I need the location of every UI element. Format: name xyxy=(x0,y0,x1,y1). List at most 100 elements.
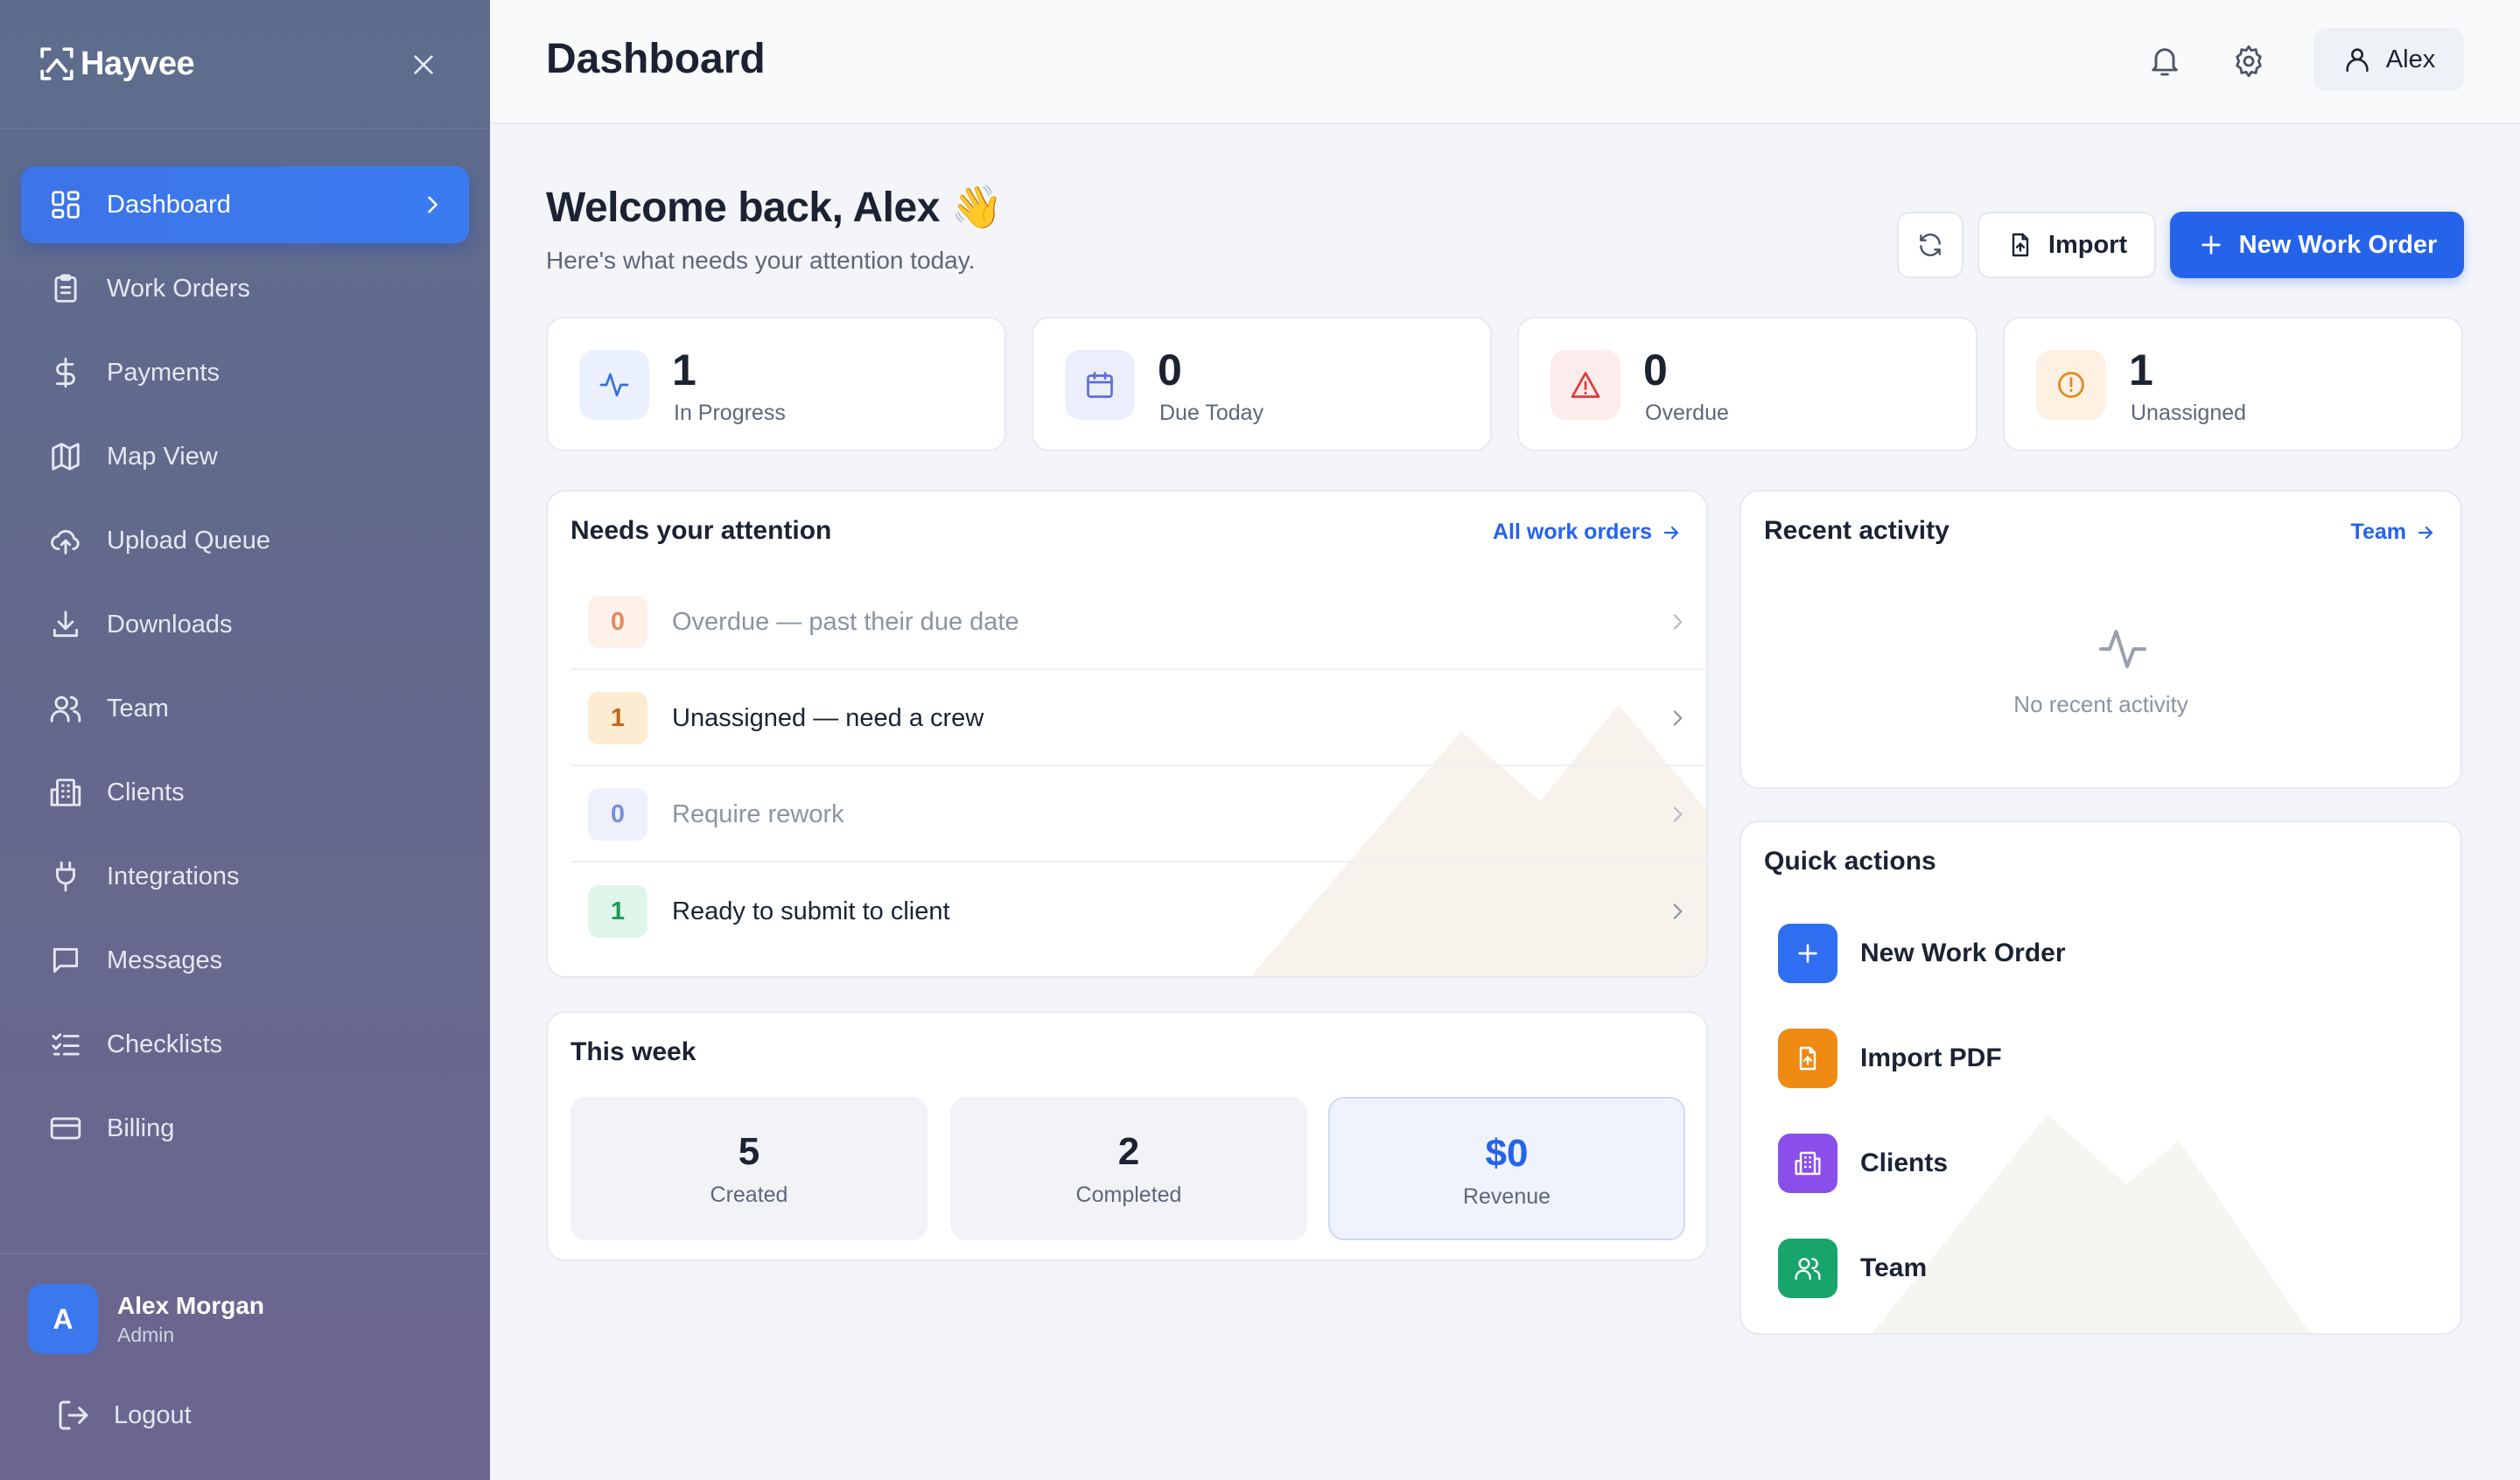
credit-card-icon xyxy=(50,1117,81,1140)
qa-icon-wrap xyxy=(1778,924,1838,983)
quick-action-import-pdf[interactable]: Import PDF xyxy=(1778,1027,2002,1090)
top-bar: Dashboard Alex xyxy=(490,0,2520,124)
sidebar-item-upload-queue[interactable]: Upload Queue xyxy=(21,502,469,579)
recent-activity-title: Recent activity xyxy=(1764,516,1950,545)
this-week-card: This week 5 Created 2 Completed $0 Reven… xyxy=(546,1011,1708,1261)
empty-activity-text: No recent activity xyxy=(2013,691,2188,717)
building-icon xyxy=(1795,1151,1821,1176)
attention-row-rework[interactable]: 0 Require rework xyxy=(570,768,1706,862)
this-week-title: This week xyxy=(570,1037,696,1066)
quick-action-new-work-order[interactable]: New Work Order xyxy=(1778,922,2066,985)
week-stat-label: Revenue xyxy=(1462,1184,1551,1209)
week-stat-label: Completed xyxy=(1075,1183,1182,1207)
count-badge: 1 xyxy=(588,692,648,744)
stat-icon-wrap xyxy=(1065,350,1135,420)
attention-row-overdue[interactable]: 0 Overdue — past their due date xyxy=(570,576,1706,670)
import-button[interactable]: Import xyxy=(1978,212,2156,278)
qa-icon-wrap xyxy=(1778,1134,1838,1193)
sidebar-item-payments[interactable]: Payments xyxy=(21,334,469,411)
clipboard-icon xyxy=(54,274,77,303)
stat-card-in-progress[interactable]: 1 In Progress xyxy=(546,317,1006,451)
gear-icon xyxy=(2236,45,2262,78)
avatar: A xyxy=(28,1284,98,1354)
chevron-right-icon xyxy=(1673,806,1683,822)
dollar-icon xyxy=(56,357,75,388)
sidebar-item-work-orders[interactable]: Work Orders xyxy=(21,250,469,327)
warning-icon xyxy=(1571,372,1600,398)
settings-button[interactable] xyxy=(2226,38,2272,84)
sidebar-item-label: Upload Queue xyxy=(107,526,271,555)
chevron-right-icon xyxy=(1673,710,1683,726)
map-icon xyxy=(52,443,80,471)
sidebar-header: Hayvee xyxy=(0,0,490,129)
sidebar-item-label: Downloads xyxy=(107,610,233,639)
team-link[interactable]: Team xyxy=(2351,520,2436,545)
sidebar-footer: A Alex Morgan Admin Logout xyxy=(0,1253,490,1480)
quick-action-label: Team xyxy=(1860,1253,1928,1282)
sidebar-item-label: Dashboard xyxy=(107,190,231,219)
attention-row-ready[interactable]: 1 Ready to submit to client xyxy=(570,864,1706,959)
refresh-button[interactable] xyxy=(1897,212,1964,278)
sidebar-item-checklists[interactable]: Checklists xyxy=(21,1006,469,1083)
sidebar-item-label: Payments xyxy=(107,358,220,387)
calendar-icon xyxy=(1087,372,1113,398)
sidebar-item-clients[interactable]: Clients xyxy=(21,754,469,831)
close-sidebar-button[interactable] xyxy=(406,47,441,82)
quick-actions-card: Quick actions New Work Order Import PDF … xyxy=(1740,820,2462,1335)
sidebar-item-label: Checklists xyxy=(107,1030,223,1058)
quick-action-clients[interactable]: Clients xyxy=(1778,1132,1948,1195)
welcome-text: Welcome back, Alex xyxy=(546,185,940,231)
sidebar-item-label: Integrations xyxy=(107,862,240,890)
user-menu-button[interactable]: Alex xyxy=(2314,28,2464,91)
all-work-orders-link[interactable]: All work orders xyxy=(1493,520,1682,545)
welcome-heading: Welcome back, Alex 👋 xyxy=(546,182,1004,232)
sidebar-nav: Dashboard Work Orders Payments Map View … xyxy=(0,129,490,1167)
new-work-order-button[interactable]: New Work Order xyxy=(2170,212,2464,278)
stat-card-due-today[interactable]: 0 Due Today xyxy=(1032,317,1492,451)
bell-icon xyxy=(2152,48,2178,76)
user-menu-label: Alex xyxy=(2385,45,2436,73)
count-badge: 0 xyxy=(588,596,648,648)
stat-label: Overdue xyxy=(1645,401,1729,425)
qa-icon-wrap xyxy=(1778,1029,1838,1088)
sidebar-item-downloads[interactable]: Downloads xyxy=(21,586,469,663)
chevron-right-icon xyxy=(1673,904,1683,919)
users-icon xyxy=(1795,1258,1821,1281)
stat-label: In Progress xyxy=(674,401,786,425)
activity-icon xyxy=(2099,630,2146,668)
logout-label: Logout xyxy=(114,1400,192,1429)
stat-card-unassigned[interactable]: 1 Unassigned xyxy=(2003,317,2463,451)
count-badge: 0 xyxy=(588,788,648,841)
sidebar-item-label: Clients xyxy=(107,778,185,806)
sidebar-item-label: Map View xyxy=(107,442,218,471)
quick-action-label: Import PDF xyxy=(1860,1044,2002,1072)
logout-button[interactable]: Logout xyxy=(0,1354,490,1433)
activity-icon xyxy=(599,373,629,397)
user-icon xyxy=(2346,48,2369,73)
wave-emoji: 👋 xyxy=(950,185,1004,231)
file-upload-icon xyxy=(1799,1046,1816,1071)
sidebar-item-messages[interactable]: Messages xyxy=(21,922,469,999)
stat-card-overdue[interactable]: 0 Overdue xyxy=(1517,317,1978,451)
chevron-right-icon xyxy=(428,196,438,213)
arrow-right-icon xyxy=(1663,526,1679,539)
team-link-label: Team xyxy=(2350,520,2406,544)
users-icon xyxy=(50,695,81,723)
brand-logo[interactable]: Hayvee xyxy=(38,45,195,83)
stat-value: 1 xyxy=(2129,346,2153,394)
sidebar-item-map-view[interactable]: Map View xyxy=(21,418,469,495)
close-icon xyxy=(414,55,433,74)
sidebar-item-label: Work Orders xyxy=(107,274,250,303)
plus-icon xyxy=(2201,235,2221,255)
checklist-icon xyxy=(52,1033,80,1056)
page-title: Dashboard xyxy=(546,36,766,82)
sidebar-item-integrations[interactable]: Integrations xyxy=(21,838,469,915)
sidebar-item-team[interactable]: Team xyxy=(21,670,469,747)
sidebar-item-billing[interactable]: Billing xyxy=(21,1090,469,1167)
user-profile[interactable]: A Alex Morgan Admin xyxy=(0,1254,490,1354)
notifications-button[interactable] xyxy=(2142,38,2188,84)
quick-action-team[interactable]: Team xyxy=(1778,1237,1927,1300)
attention-row-unassigned[interactable]: 1 Unassigned — need a crew xyxy=(570,672,1706,766)
quick-action-label: Clients xyxy=(1860,1148,1949,1177)
sidebar-item-dashboard[interactable]: Dashboard xyxy=(21,166,469,243)
